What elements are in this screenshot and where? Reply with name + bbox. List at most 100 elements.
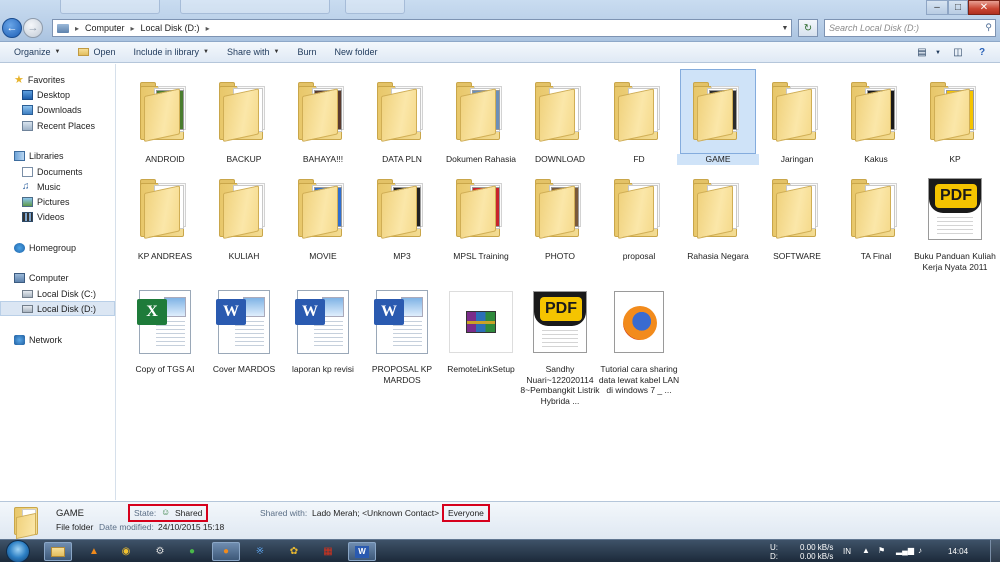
preview-pane-button[interactable]: ◫ <box>948 45 968 60</box>
share-with-button[interactable]: Share with ▼ <box>218 42 288 62</box>
pdf-file-icon: PDF <box>533 290 587 353</box>
file-item[interactable]: PDF Buku Panduan Kuliah Kerja Nyata 2011 <box>914 166 996 272</box>
file-item[interactable]: Jaringan <box>759 69 835 165</box>
app-icon: ▦ <box>323 546 333 557</box>
file-item[interactable]: MOVIE <box>285 166 361 262</box>
file-item[interactable]: GAME <box>677 69 759 165</box>
clock[interactable]: 14:04 <box>948 547 968 556</box>
word-file-icon: W <box>374 289 428 354</box>
breadcrumb-local-disk-d[interactable]: Local Disk (D:) <box>141 23 200 33</box>
minimize-button[interactable]: – <box>926 0 948 15</box>
file-item[interactable]: Rahasia Negara <box>680 166 756 262</box>
file-item[interactable]: X Copy of TGS AI <box>127 279 203 375</box>
file-item-label: Rahasia Negara <box>687 251 749 261</box>
taskbar-app[interactable]: ◉ <box>112 542 140 561</box>
start-button[interactable] <box>6 540 30 562</box>
file-item[interactable]: SOFTWARE <box>759 166 835 262</box>
forward-button[interactable]: → <box>23 18 43 38</box>
search-input[interactable]: Search Local Disk (D:) ⚲ <box>824 19 996 37</box>
file-thumbnail <box>680 166 756 251</box>
file-item[interactable]: Dokumen Rahasia <box>443 69 519 165</box>
file-item[interactable]: Wlaporan kp revisi <box>285 279 361 375</box>
maximize-button[interactable]: □ <box>948 0 968 15</box>
taskbar-explorer[interactable] <box>44 542 72 561</box>
folder-icon <box>693 81 743 142</box>
refresh-button[interactable]: ↻ <box>798 19 818 37</box>
nav-libraries-label: Libraries <box>29 150 64 161</box>
drive-icon <box>22 289 33 298</box>
file-item[interactable]: Kakus <box>838 69 914 165</box>
nav-libraries[interactable]: Libraries <box>14 148 64 163</box>
folder-icon <box>772 178 822 239</box>
nav-favorites-label: Favorites <box>27 74 65 85</box>
taskbar-word[interactable]: W <box>348 542 376 561</box>
show-desktop-button[interactable] <box>990 540 1000 562</box>
nav-favorites[interactable]: ★ Favorites <box>14 72 65 87</box>
nav-local-disk-c[interactable]: Local Disk (C:) <box>22 286 96 301</box>
network-signal-icon[interactable]: ▂▄▆ <box>896 546 914 555</box>
taskbar-chrome[interactable]: ● <box>178 542 206 561</box>
burn-button[interactable]: Burn <box>288 42 325 62</box>
nav-documents-label: Documents <box>37 166 83 177</box>
view-options-dropdown[interactable]: ▼ <box>928 45 948 60</box>
nav-downloads[interactable]: Downloads <box>22 102 82 117</box>
file-item[interactable]: DATA PLN <box>364 69 440 165</box>
net-download-label: D: <box>770 552 778 561</box>
taskbar-app[interactable]: ▦ <box>314 542 342 561</box>
nav-recent-places[interactable]: Recent Places <box>22 118 95 133</box>
nav-documents[interactable]: Documents <box>22 164 83 179</box>
file-item[interactable]: TA Final <box>838 166 914 262</box>
nav-computer[interactable]: Computer <box>14 270 69 285</box>
file-item-label: Tutorial cara sharing data lewat kabel L… <box>598 364 680 395</box>
include-in-library-button[interactable]: Include in library ▼ <box>125 42 218 62</box>
details-type: File folder <box>56 522 94 532</box>
minimize-icon: – <box>934 2 940 13</box>
action-center-icon[interactable]: ⚑ <box>878 546 885 555</box>
file-item[interactable]: MP3 <box>364 166 440 262</box>
close-button[interactable]: ✕ <box>968 0 1000 15</box>
file-item[interactable]: Tutorial cara sharing data lewat kabel L… <box>598 279 680 396</box>
nav-pictures[interactable]: Pictures <box>22 194 70 209</box>
nav-videos[interactable]: Videos <box>22 209 64 224</box>
file-item[interactable]: MPSL Training <box>443 166 519 262</box>
nav-local-disk-d[interactable]: Local Disk (D:) <box>0 301 115 316</box>
volume-icon[interactable]: ♪ <box>918 546 922 555</box>
nav-network[interactable]: Network <box>14 332 62 347</box>
file-item[interactable]: RemoteLinkSetup <box>443 279 519 375</box>
show-hidden-icons-button[interactable]: ▲ <box>862 546 870 555</box>
taskbar-firefox[interactable]: ● <box>212 542 240 561</box>
help-button[interactable]: ? <box>972 45 992 60</box>
breadcrumb-computer[interactable]: Computer <box>85 23 125 33</box>
nav-desktop[interactable]: Desktop <box>22 87 70 102</box>
open-button[interactable]: Open <box>69 42 124 62</box>
file-item[interactable]: PDF Sandhy Nuari~122020114 8~Pembangkit L… <box>520 279 600 406</box>
file-item[interactable]: KULIAH <box>206 166 282 262</box>
file-item[interactable]: KP <box>917 69 993 165</box>
taskbar-app[interactable]: ⚙ <box>146 542 174 561</box>
nav-music[interactable]: ♫ Music <box>22 179 61 194</box>
file-item[interactable]: FD <box>601 69 677 165</box>
file-item[interactable]: BAHAYA!!! <box>285 69 361 165</box>
file-item[interactable]: BACKUP <box>206 69 282 165</box>
file-item[interactable]: PHOTO <box>522 166 598 262</box>
new-folder-button[interactable]: New folder <box>326 42 387 62</box>
file-item[interactable]: DOWNLOAD <box>522 69 598 165</box>
taskbar-vlc[interactable]: ▲ <box>80 542 108 561</box>
chevron-down-icon: ▼ <box>203 49 209 55</box>
details-shared-everyone: Everyone <box>448 508 484 518</box>
file-item[interactable]: proposal <box>601 166 677 262</box>
nav-homegroup[interactable]: Homegroup <box>14 240 76 255</box>
file-item[interactable]: W PROPOSAL KP MARDOS <box>364 279 440 385</box>
file-item[interactable]: W Cover MARDOS <box>206 279 282 375</box>
organize-button[interactable]: Organize ▼ <box>0 42 69 62</box>
file-item[interactable]: ANDROID <box>127 69 203 165</box>
language-indicator[interactable]: IN <box>843 547 851 556</box>
address-bar[interactable]: ▸ Computer ▸ Local Disk (D:) ▸ <box>52 19 792 37</box>
folder-icon <box>51 546 65 557</box>
taskbar-bluetooth[interactable]: ※ <box>246 542 274 561</box>
address-dropdown-icon[interactable]: ▼ <box>778 19 792 37</box>
taskbar-app[interactable]: ✿ <box>280 542 308 561</box>
details-pane: GAME File folder Date modified: 24/10/20… <box>0 501 1000 540</box>
back-button[interactable]: ← <box>2 18 22 38</box>
file-item[interactable]: KP ANDREAS <box>127 166 203 262</box>
